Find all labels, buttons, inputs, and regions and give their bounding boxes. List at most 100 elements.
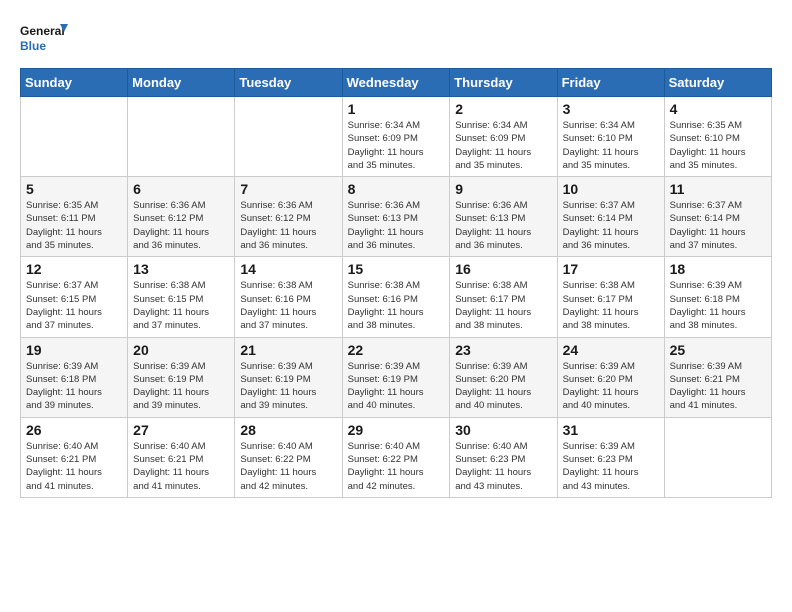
day-number: 30: [455, 422, 551, 438]
calendar-cell: 14 Sunrise: 6:38 AM Sunset: 6:16 PM Dayli…: [235, 257, 342, 337]
day-info: Sunrise: 6:39 AM Sunset: 6:19 PM Dayligh…: [133, 360, 229, 413]
day-info: Sunrise: 6:40 AM Sunset: 6:23 PM Dayligh…: [455, 440, 551, 493]
day-number: 9: [455, 181, 551, 197]
weekday-header: Friday: [557, 69, 664, 97]
calendar-cell: 8Sunrise: 6:36 AM Sunset: 6:13 PM Daylig…: [342, 177, 450, 257]
calendar-cell: 20 Sunrise: 6:39 AM Sunset: 6:19 PM Dayli…: [128, 337, 235, 417]
day-number: 4: [670, 101, 766, 117]
day-number: 16: [455, 261, 551, 277]
calendar-cell: 27 Sunrise: 6:40 AM Sunset: 6:21 PM Dayli…: [128, 417, 235, 497]
day-info: Sunrise: 6:39 AM Sunset: 6:19 PM Dayligh…: [240, 360, 336, 413]
calendar-cell: 9 Sunrise: 6:36 AM Sunset: 6:13 PM Daylig…: [450, 177, 557, 257]
calendar-week-row: 26Sunrise: 6:40 AM Sunset: 6:21 PM Dayli…: [21, 417, 772, 497]
day-info: Sunrise: 6:39 AM Sunset: 6:19 PM Dayligh…: [348, 360, 445, 413]
day-number: 8: [348, 181, 445, 197]
calendar-cell: 29 Sunrise: 6:40 AM Sunset: 6:22 PM Dayli…: [342, 417, 450, 497]
weekday-header: Sunday: [21, 69, 128, 97]
day-number: 28: [240, 422, 336, 438]
day-number: 25: [670, 342, 766, 358]
calendar-cell: [128, 97, 235, 177]
calendar-cell: 3 Sunrise: 6:34 AM Sunset: 6:10 PM Daylig…: [557, 97, 664, 177]
day-number: 10: [563, 181, 659, 197]
weekday-header: Tuesday: [235, 69, 342, 97]
day-number: 22: [348, 342, 445, 358]
calendar-cell: 11Sunrise: 6:37 AM Sunset: 6:14 PM Dayli…: [664, 177, 771, 257]
calendar-cell: 17 Sunrise: 6:38 AM Sunset: 6:17 PM Dayli…: [557, 257, 664, 337]
calendar-cell: 30 Sunrise: 6:40 AM Sunset: 6:23 PM Dayli…: [450, 417, 557, 497]
day-number: 1: [348, 101, 445, 117]
day-info: Sunrise: 6:39 AM Sunset: 6:18 PM Dayligh…: [26, 360, 122, 413]
calendar-cell: 24Sunrise: 6:39 AM Sunset: 6:20 PM Dayli…: [557, 337, 664, 417]
calendar-week-row: 5 Sunrise: 6:35 AM Sunset: 6:11 PM Daylig…: [21, 177, 772, 257]
calendar-cell: 22 Sunrise: 6:39 AM Sunset: 6:19 PM Dayli…: [342, 337, 450, 417]
calendar-cell: 4 Sunrise: 6:35 AM Sunset: 6:10 PM Daylig…: [664, 97, 771, 177]
calendar-cell: 15Sunrise: 6:38 AM Sunset: 6:16 PM Dayli…: [342, 257, 450, 337]
day-info: Sunrise: 6:37 AM Sunset: 6:14 PM Dayligh…: [670, 199, 766, 252]
calendar-cell: 18 Sunrise: 6:39 AM Sunset: 6:18 PM Dayli…: [664, 257, 771, 337]
day-number: 24: [563, 342, 659, 358]
logo-svg: General Blue: [20, 20, 70, 58]
day-number: 18: [670, 261, 766, 277]
calendar-cell: 6Sunrise: 6:36 AM Sunset: 6:12 PM Daylig…: [128, 177, 235, 257]
day-number: 29: [348, 422, 445, 438]
calendar-cell: 7Sunrise: 6:36 AM Sunset: 6:12 PM Daylig…: [235, 177, 342, 257]
calendar-cell: 21 Sunrise: 6:39 AM Sunset: 6:19 PM Dayli…: [235, 337, 342, 417]
day-info: Sunrise: 6:40 AM Sunset: 6:22 PM Dayligh…: [240, 440, 336, 493]
calendar-cell: 23 Sunrise: 6:39 AM Sunset: 6:20 PM Dayli…: [450, 337, 557, 417]
day-number: 3: [563, 101, 659, 117]
day-info: Sunrise: 6:37 AM Sunset: 6:15 PM Dayligh…: [26, 279, 122, 332]
day-info: Sunrise: 6:35 AM Sunset: 6:10 PM Dayligh…: [670, 119, 766, 172]
day-info: Sunrise: 6:38 AM Sunset: 6:17 PM Dayligh…: [455, 279, 551, 332]
day-number: 31: [563, 422, 659, 438]
day-info: Sunrise: 6:34 AM Sunset: 6:10 PM Dayligh…: [563, 119, 659, 172]
day-number: 2: [455, 101, 551, 117]
calendar-cell: 19Sunrise: 6:39 AM Sunset: 6:18 PM Dayli…: [21, 337, 128, 417]
day-info: Sunrise: 6:40 AM Sunset: 6:22 PM Dayligh…: [348, 440, 445, 493]
day-number: 12: [26, 261, 122, 277]
day-number: 17: [563, 261, 659, 277]
weekday-header: Wednesday: [342, 69, 450, 97]
calendar-cell: 1 Sunrise: 6:34 AM Sunset: 6:09 PM Daylig…: [342, 97, 450, 177]
calendar-cell: 12 Sunrise: 6:37 AM Sunset: 6:15 PM Dayli…: [21, 257, 128, 337]
calendar-cell: 13Sunrise: 6:38 AM Sunset: 6:15 PM Dayli…: [128, 257, 235, 337]
day-number: 15: [348, 261, 445, 277]
calendar-cell: [664, 417, 771, 497]
calendar-table: SundayMondayTuesdayWednesdayThursdayFrid…: [20, 68, 772, 498]
day-info: Sunrise: 6:36 AM Sunset: 6:12 PM Dayligh…: [133, 199, 229, 252]
day-info: Sunrise: 6:38 AM Sunset: 6:16 PM Dayligh…: [240, 279, 336, 332]
weekday-header: Saturday: [664, 69, 771, 97]
day-info: Sunrise: 6:39 AM Sunset: 6:20 PM Dayligh…: [455, 360, 551, 413]
day-number: 7: [240, 181, 336, 197]
calendar-cell: [235, 97, 342, 177]
logo: General Blue: [20, 20, 70, 58]
calendar-header-row: SundayMondayTuesdayWednesdayThursdayFrid…: [21, 69, 772, 97]
day-number: 20: [133, 342, 229, 358]
calendar-cell: 5 Sunrise: 6:35 AM Sunset: 6:11 PM Daylig…: [21, 177, 128, 257]
calendar-cell: 16 Sunrise: 6:38 AM Sunset: 6:17 PM Dayli…: [450, 257, 557, 337]
day-number: 21: [240, 342, 336, 358]
day-info: Sunrise: 6:36 AM Sunset: 6:13 PM Dayligh…: [455, 199, 551, 252]
day-info: Sunrise: 6:39 AM Sunset: 6:23 PM Dayligh…: [563, 440, 659, 493]
day-info: Sunrise: 6:40 AM Sunset: 6:21 PM Dayligh…: [26, 440, 122, 493]
svg-text:General: General: [20, 24, 65, 38]
day-info: Sunrise: 6:39 AM Sunset: 6:21 PM Dayligh…: [670, 360, 766, 413]
calendar-week-row: 12 Sunrise: 6:37 AM Sunset: 6:15 PM Dayli…: [21, 257, 772, 337]
day-info: Sunrise: 6:39 AM Sunset: 6:18 PM Dayligh…: [670, 279, 766, 332]
calendar-cell: 26Sunrise: 6:40 AM Sunset: 6:21 PM Dayli…: [21, 417, 128, 497]
day-number: 23: [455, 342, 551, 358]
day-info: Sunrise: 6:38 AM Sunset: 6:17 PM Dayligh…: [563, 279, 659, 332]
day-info: Sunrise: 6:35 AM Sunset: 6:11 PM Dayligh…: [26, 199, 122, 252]
day-info: Sunrise: 6:34 AM Sunset: 6:09 PM Dayligh…: [455, 119, 551, 172]
day-number: 14: [240, 261, 336, 277]
day-number: 5: [26, 181, 122, 197]
page-header: General Blue: [20, 20, 772, 58]
calendar-cell: 10Sunrise: 6:37 AM Sunset: 6:14 PM Dayli…: [557, 177, 664, 257]
day-info: Sunrise: 6:40 AM Sunset: 6:21 PM Dayligh…: [133, 440, 229, 493]
day-number: 27: [133, 422, 229, 438]
day-info: Sunrise: 6:34 AM Sunset: 6:09 PM Dayligh…: [348, 119, 445, 172]
calendar-cell: 31 Sunrise: 6:39 AM Sunset: 6:23 PM Dayli…: [557, 417, 664, 497]
calendar-cell: 25 Sunrise: 6:39 AM Sunset: 6:21 PM Dayli…: [664, 337, 771, 417]
day-number: 13: [133, 261, 229, 277]
calendar-cell: 2 Sunrise: 6:34 AM Sunset: 6:09 PM Daylig…: [450, 97, 557, 177]
weekday-header: Monday: [128, 69, 235, 97]
